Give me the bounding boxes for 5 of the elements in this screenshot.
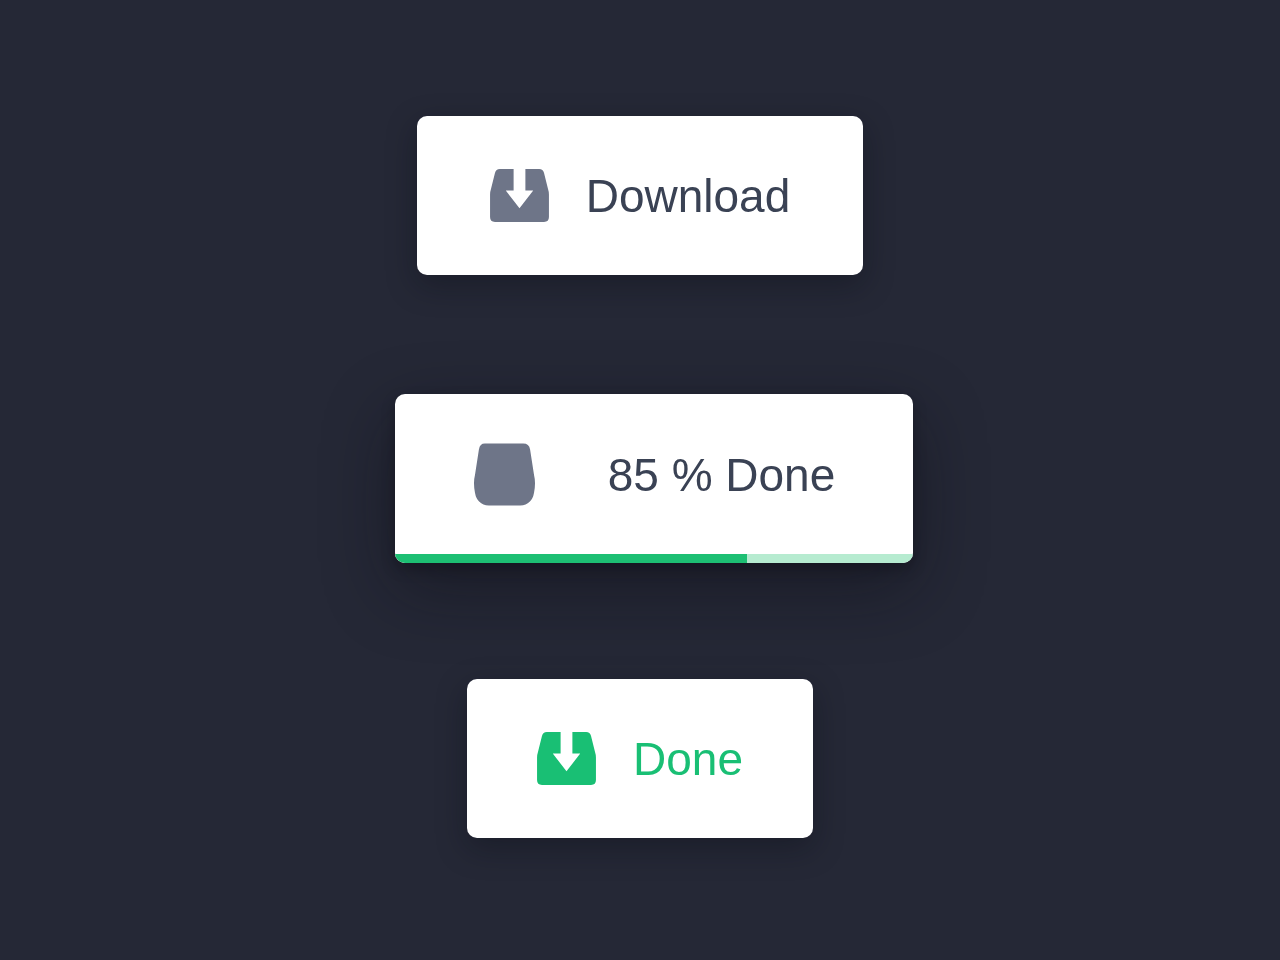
tray-arrow-icon: [537, 732, 596, 785]
tray-icon: [472, 442, 536, 507]
download-progress-button[interactable]: 85 % Done: [395, 394, 913, 563]
tray-arrow-icon: [489, 169, 549, 222]
download-button[interactable]: Download: [417, 116, 863, 275]
